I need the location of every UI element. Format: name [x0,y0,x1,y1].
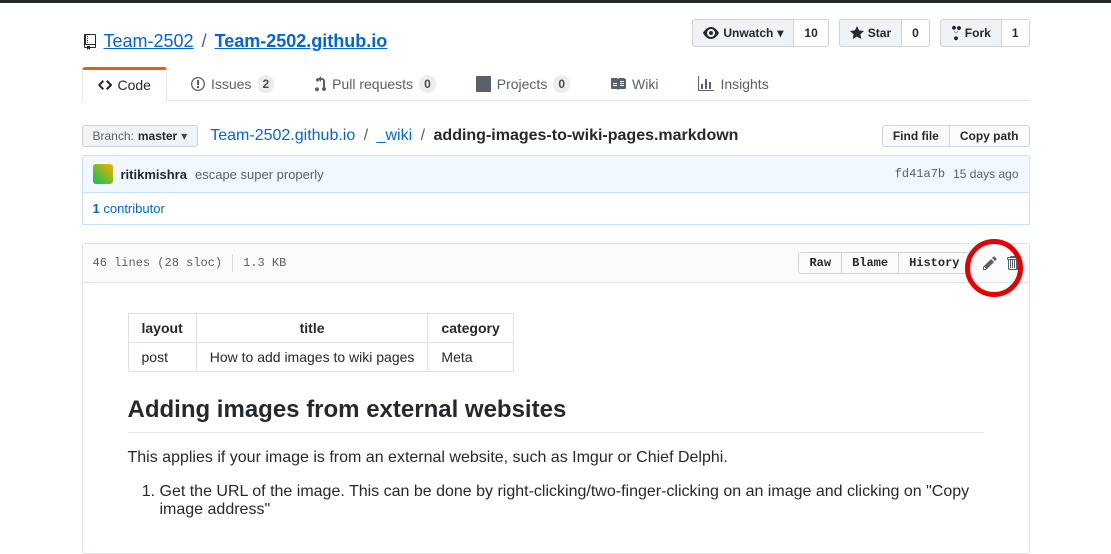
star-label: Star [868,23,891,43]
fork-button[interactable]: Fork [940,19,1001,47]
caret-down-icon: ▾ [181,129,187,143]
star-button[interactable]: Star [839,19,901,47]
breadcrumb: Team-2502.github.io / _wiki / adding-ima… [210,127,738,145]
unwatch-button[interactable]: Unwatch ▾ [692,19,793,47]
unwatch-group: Unwatch ▾ 10 [692,19,828,47]
file-size: 1.3 KB [243,256,286,270]
unwatch-label: Unwatch [723,23,773,43]
commit-sha[interactable]: fd41a7b [895,167,945,181]
star-count[interactable]: 0 [901,19,930,47]
fork-count[interactable]: 1 [1001,19,1030,47]
section-heading: Adding images from external websites [128,396,984,433]
copy-path-button[interactable]: Copy path [949,125,1030,147]
delete-button[interactable] [1007,255,1019,271]
caret-down-icon: ▾ [777,23,783,43]
issue-icon [191,76,205,92]
commit-time: 15 days ago [953,167,1018,181]
list-item: Get the URL of the image. This can be do… [160,483,984,519]
file-box: 46 lines (28 sloc) 1.3 KB Raw Blame Hist… [82,243,1030,554]
repo-name-link[interactable]: Team-2502.github.io [215,31,388,52]
trash-icon [1007,255,1019,271]
file-header: 46 lines (28 sloc) 1.3 KB Raw Blame Hist… [83,244,1029,283]
section-paragraph: This applies if your image is from an ex… [128,449,984,467]
breadcrumb-dir[interactable]: _wiki [377,127,413,144]
pencil-icon [983,255,997,271]
table-row: post How to add images to wiki pages Met… [128,343,513,372]
star-group: Star 0 [839,19,930,47]
file-nav: Branch: master ▾ Team-2502.github.io / _… [82,117,1030,155]
tab-code[interactable]: Code [82,67,167,101]
frontmatter-table: layout title category post How to add im… [128,313,514,372]
find-file-button[interactable]: Find file [882,125,949,147]
edit-button[interactable] [975,249,1005,277]
tab-insights[interactable]: Insights [682,67,784,101]
graph-icon [698,76,714,92]
contributors-bar[interactable]: 1 contributor [82,193,1030,225]
tab-issues[interactable]: Issues 2 [175,67,290,101]
pr-icon [314,76,326,92]
tab-projects[interactable]: Projects 0 [460,67,586,101]
fork-label: Fork [965,23,991,43]
eye-icon [703,25,719,41]
raw-button[interactable]: Raw [798,252,841,274]
history-button[interactable]: History [898,252,970,274]
projects-count: 0 [553,75,570,93]
pr-count: 0 [419,75,436,93]
repo-tabs: Code Issues 2 Pull requests 0 Projects 0… [82,66,1030,101]
issues-count: 2 [257,75,274,93]
tab-wiki[interactable]: Wiki [594,67,674,101]
commit-tease: ritikmishra escape super properly fd41a7… [82,155,1030,193]
branch-select[interactable]: Branch: master ▾ [82,125,199,147]
code-icon [98,77,112,93]
tab-pull-requests[interactable]: Pull requests 0 [298,67,452,101]
breadcrumb-file: adding-images-to-wiki-pages.markdown [434,127,739,144]
commit-author[interactable]: ritikmishra [121,167,187,182]
commit-message[interactable]: escape super properly [195,167,324,182]
fork-group: Fork 1 [940,19,1030,47]
avatar[interactable] [93,164,113,184]
watchers-count[interactable]: 10 [793,19,828,47]
steps-list: Get the URL of the image. This can be do… [128,483,984,519]
file-lines: 46 lines (28 sloc) [93,256,223,270]
file-body: layout title category post How to add im… [83,283,1029,553]
repo-title: Team-2502 / Team-2502.github.io [82,31,693,52]
project-icon [476,76,491,92]
star-icon [850,25,864,41]
blame-button[interactable]: Blame [841,252,898,274]
repo-owner-link[interactable]: Team-2502 [104,31,194,52]
fork-icon [951,25,961,41]
breadcrumb-root[interactable]: Team-2502.github.io [210,127,355,144]
book-icon [610,76,626,92]
repo-icon [82,34,98,50]
